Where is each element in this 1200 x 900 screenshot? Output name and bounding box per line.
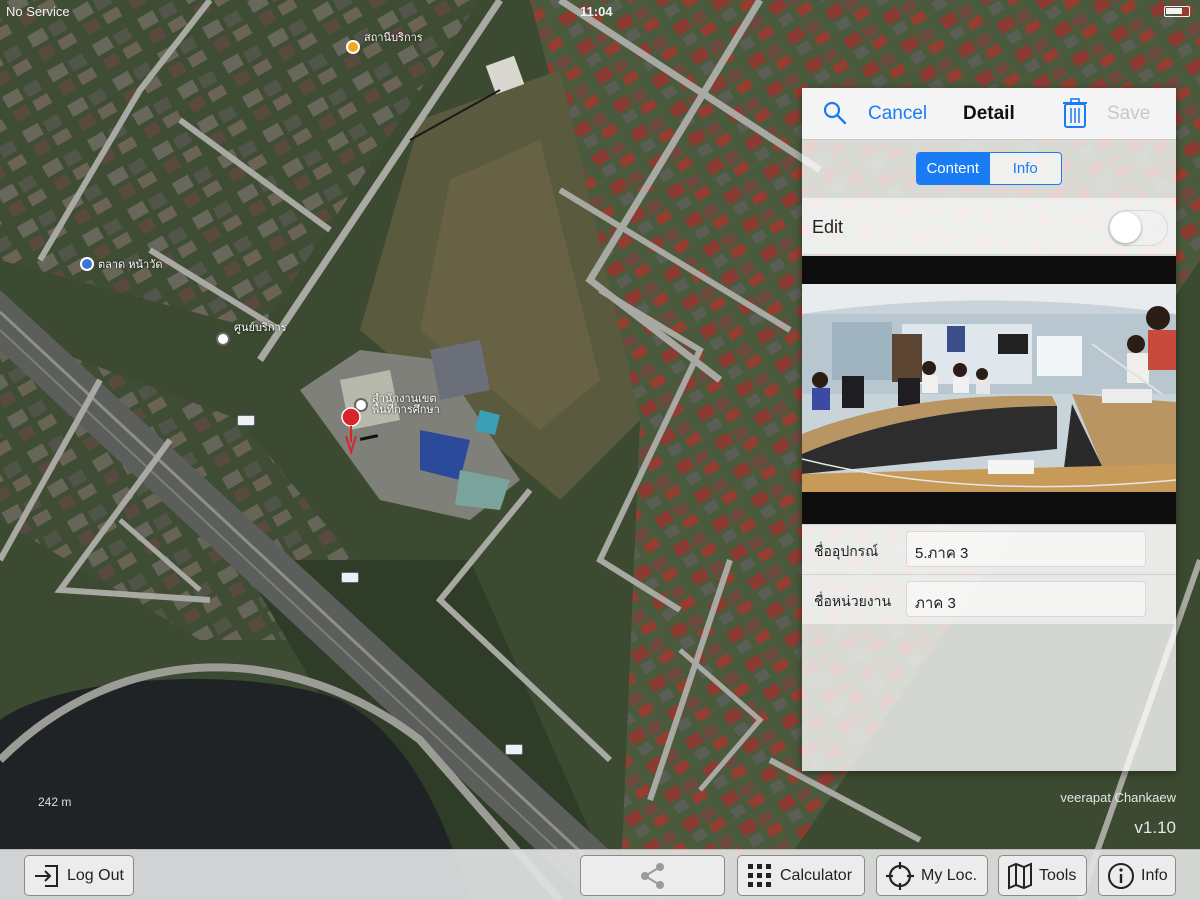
segment-content[interactable]: Content <box>917 153 989 184</box>
search-icon[interactable] <box>822 100 848 126</box>
my-location-label: My Loc. <box>921 866 978 884</box>
logout-button[interactable]: Log Out <box>24 855 134 896</box>
share-icon <box>640 862 664 889</box>
poi-label: สำนักงานเขต พื้นที่การศึกษา <box>372 393 440 416</box>
status-time: 11:04 <box>580 4 613 19</box>
device-photo[interactable] <box>802 256 1176 524</box>
bottom-toolbar: Log Out Calculator My Loc. Tools Info <box>0 849 1200 900</box>
segment-info[interactable]: Info <box>988 153 1062 184</box>
field-device-name: ชื่ออุปกรณ์ 5.ภาค 3 <box>802 524 1176 574</box>
poi-label: สถานีบริการ <box>364 32 423 44</box>
calculator-button[interactable]: Calculator <box>737 855 865 896</box>
logout-label: Log Out <box>67 866 124 884</box>
agency-name-input[interactable]: ภาค 3 <box>906 581 1146 617</box>
status-bar: No Service 11:04 <box>0 4 1200 20</box>
poi-fuel[interactable]: สถานีบริการ <box>346 32 423 56</box>
logout-icon <box>35 864 58 887</box>
save-button[interactable]: Save <box>1107 103 1150 125</box>
device-name-input[interactable]: 5.ภาค 3 <box>906 531 1146 567</box>
field-agency-name: ชื่อหน่วยงาน ภาค 3 <box>802 574 1176 624</box>
detail-navbar: Cancel Detail Save <box>802 88 1176 140</box>
poi-center[interactable]: ศูนย์บริการ <box>216 322 287 348</box>
author-credit: veerapat Chankaew <box>1060 790 1176 805</box>
field-label: ชื่ออุปกรณ์ <box>814 543 879 559</box>
field-label: ชื่อหน่วยงาน <box>814 593 892 609</box>
trash-icon[interactable] <box>1062 97 1088 129</box>
detail-title: Detail <box>963 103 1015 124</box>
tools-button[interactable]: Tools <box>998 855 1087 896</box>
info-button[interactable]: Info <box>1098 855 1176 896</box>
toggle-knob <box>1110 212 1141 243</box>
poi-school[interactable]: สำนักงานเขต พื้นที่การศึกษา <box>354 394 442 416</box>
map-scale: 242 m <box>30 793 190 817</box>
info-icon <box>1108 862 1134 889</box>
place-icon <box>80 257 94 271</box>
edit-row: Edit <box>802 198 1176 254</box>
info-label: Info <box>1141 866 1168 884</box>
meeting-room-photo <box>802 284 1176 492</box>
road-marker <box>505 744 523 755</box>
poi-label: ศูนย์บริการ <box>234 322 287 334</box>
my-location-button[interactable]: My Loc. <box>876 855 988 896</box>
poi-market[interactable]: ตลาด หน้าวัด <box>80 255 163 273</box>
road-marker <box>341 572 359 583</box>
keypad-icon <box>748 863 771 887</box>
calculator-label: Calculator <box>780 866 853 884</box>
scale-label: 242 m <box>38 795 72 809</box>
app-version: v1.10 <box>1134 818 1176 837</box>
crosshair-icon <box>886 861 914 890</box>
carrier-text: No Service <box>6 4 70 19</box>
content-info-segmented-control: Content Info <box>916 152 1062 185</box>
tools-label: Tools <box>1039 866 1077 884</box>
detail-popover: Cancel Detail Save Content Info Edit ชื่… <box>802 88 1176 771</box>
edit-toggle[interactable] <box>1108 210 1168 246</box>
edit-label: Edit <box>812 217 844 237</box>
poi-label: ตลาด หน้าวัด <box>98 259 163 271</box>
fuel-icon <box>346 40 360 54</box>
share-button[interactable] <box>580 855 725 896</box>
building-icon <box>216 332 230 346</box>
road-marker <box>237 415 255 426</box>
battery-icon <box>1164 6 1190 17</box>
cancel-button[interactable]: Cancel <box>868 103 927 125</box>
map-icon <box>1008 861 1032 890</box>
